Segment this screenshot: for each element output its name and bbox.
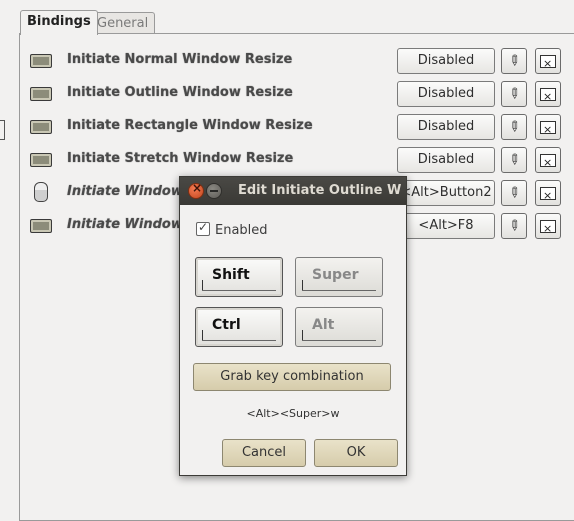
close-icon[interactable] (188, 181, 204, 199)
toggle-underline (302, 290, 376, 291)
left-window-edge (0, 0, 14, 520)
toggle-indicator (202, 280, 203, 290)
binding-value-button[interactable]: Disabled (397, 114, 495, 140)
edit-binding-button[interactable]: ✎ (501, 114, 527, 140)
binding-row: Initiate Normal Window Resize Disabled ✎ (30, 47, 566, 76)
pencil-icon: ✎ (504, 84, 524, 104)
ok-button[interactable]: OK (314, 439, 398, 467)
binding-value-button[interactable]: Disabled (397, 81, 495, 107)
clear-icon (540, 52, 556, 76)
binding-label: Initiate Rectangle Window Resize (67, 118, 313, 133)
binding-label: Initiate Outline Window Resize (67, 85, 293, 100)
alt-toggle-button[interactable]: Alt (295, 307, 383, 347)
toggle-indicator (202, 330, 203, 340)
edit-binding-button[interactable]: ✎ (501, 147, 527, 173)
ctrl-label: Ctrl (212, 317, 241, 333)
edit-binding-button[interactable]: ✎ (501, 213, 527, 239)
binding-value-button[interactable]: <Alt>F8 (397, 213, 495, 239)
super-label: Super (312, 267, 359, 283)
keyboard-icon (30, 87, 52, 101)
keyboard-icon (30, 54, 52, 68)
cancel-button[interactable]: Cancel (222, 439, 306, 467)
alt-label: Alt (312, 317, 335, 333)
dialog-titlebar[interactable]: Edit Initiate Outline W (180, 177, 406, 205)
pencil-icon: ✎ (504, 216, 524, 236)
clear-binding-button[interactable] (535, 147, 561, 175)
current-combination: <Alt><Super>w (246, 407, 340, 420)
partial-widget (0, 120, 5, 140)
shift-toggle-button[interactable]: Shift (195, 257, 283, 297)
clear-icon (540, 217, 556, 241)
toggle-underline (202, 290, 276, 291)
pencil-icon: ✎ (504, 117, 524, 137)
enabled-checkbox[interactable]: Enabled (196, 220, 268, 238)
clear-icon (540, 151, 556, 175)
binding-row: Initiate Outline Window Resize Disabled … (30, 80, 566, 109)
binding-label: Initiate Normal Window Resize (67, 52, 293, 67)
edit-binding-button[interactable]: ✎ (501, 180, 527, 206)
edit-binding-button[interactable]: ✎ (501, 48, 527, 74)
keyboard-icon (30, 120, 52, 134)
tab-general[interactable]: General (90, 12, 156, 33)
super-toggle-button[interactable]: Super (295, 257, 383, 297)
toggle-underline (202, 340, 276, 341)
keyboard-icon (30, 219, 52, 233)
binding-label: Initiate Window A (67, 184, 198, 199)
pencil-icon: ✎ (504, 51, 524, 71)
binding-value-button[interactable]: <Alt>Button2 (397, 180, 495, 206)
checkbox-checked-icon[interactable] (196, 220, 210, 236)
binding-row: Initiate Rectangle Window Resize Disable… (30, 113, 566, 142)
ctrl-toggle-button[interactable]: Ctrl (195, 307, 283, 347)
pencil-icon: ✎ (504, 150, 524, 170)
edit-binding-dialog: Edit Initiate Outline W Enabled Shift Su… (179, 176, 407, 476)
dialog-title: Edit Initiate Outline W (238, 183, 402, 198)
clear-binding-button[interactable] (535, 114, 561, 142)
toggle-indicator (302, 280, 303, 290)
clear-binding-button[interactable] (535, 213, 561, 241)
clear-icon (540, 85, 556, 109)
shift-label: Shift (212, 267, 250, 283)
clear-binding-button[interactable] (535, 48, 561, 76)
edit-binding-button[interactable]: ✎ (501, 81, 527, 107)
clear-icon (540, 118, 556, 142)
binding-value-button[interactable]: Disabled (397, 147, 495, 173)
clear-binding-button[interactable] (535, 180, 561, 208)
mouse-icon (34, 182, 48, 202)
enabled-label: Enabled (215, 223, 268, 238)
toggle-underline (302, 340, 376, 341)
binding-value-button[interactable]: Disabled (397, 48, 495, 74)
tab-bindings[interactable]: Bindings (20, 10, 98, 35)
toggle-indicator (302, 330, 303, 340)
binding-label: Initiate Stretch Window Resize (67, 151, 294, 166)
binding-label: Initiate Window A (67, 217, 198, 232)
grab-key-combination-button[interactable]: Grab key combination (193, 363, 391, 391)
binding-row: Initiate Stretch Window Resize Disabled … (30, 146, 566, 175)
keyboard-icon (30, 153, 52, 167)
clear-icon (540, 184, 556, 208)
pencil-icon: ✎ (504, 183, 524, 203)
minimize-icon[interactable] (206, 183, 222, 199)
clear-binding-button[interactable] (535, 81, 561, 109)
